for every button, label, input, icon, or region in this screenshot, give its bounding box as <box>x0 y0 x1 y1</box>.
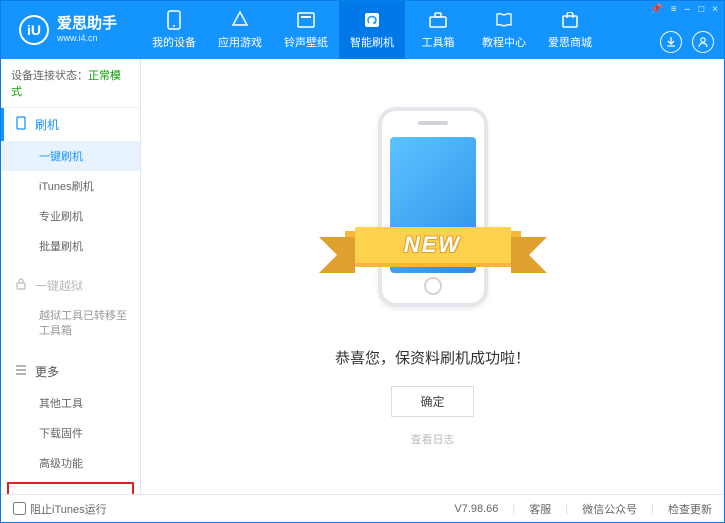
view-log-link[interactable]: 查看日志 <box>411 431 455 447</box>
nav-label: 爱思商城 <box>548 34 592 50</box>
sidebar-item-oneclick-flash[interactable]: 一键刷机 <box>1 141 140 171</box>
logo: iU 爱思助手 www.i4.cn <box>1 15 141 45</box>
body: 设备连接状态：正常模式 刷机 一键刷机 iTunes刷机 专业刷机 批量刷机 一… <box>1 59 724 494</box>
nav-apps[interactable]: 应用游戏 <box>207 1 273 59</box>
header-actions <box>660 31 714 53</box>
apps-icon <box>230 10 250 30</box>
user-button[interactable] <box>692 31 714 53</box>
wechat-link[interactable]: 微信公众号 <box>582 501 637 517</box>
download-button[interactable] <box>660 31 682 53</box>
close-button[interactable]: × <box>712 4 718 15</box>
nav-label: 铃声壁纸 <box>284 34 328 50</box>
store-icon <box>560 10 580 30</box>
ok-button[interactable]: 确定 <box>391 386 473 417</box>
app-name: 爱思助手 <box>57 16 117 32</box>
toolbox-icon <box>428 10 448 30</box>
sidebar-item-download-fw[interactable]: 下载固件 <box>1 418 140 448</box>
main-content: NEW 恭喜您，保资料刷机成功啦！ 确定 查看日志 <box>141 59 724 494</box>
sidebar: 设备连接状态：正常模式 刷机 一键刷机 iTunes刷机 专业刷机 批量刷机 一… <box>1 59 141 494</box>
check-update-link[interactable]: 检查更新 <box>668 501 712 517</box>
version-label: V7.98.66 <box>454 503 498 515</box>
nav-label: 我的设备 <box>152 34 196 50</box>
section-flash[interactable]: 刷机 <box>1 108 140 141</box>
sidebar-item-batch-flash[interactable]: 批量刷机 <box>1 231 140 261</box>
menu-button[interactable]: ≡ <box>671 4 677 15</box>
window-controls: 📌 ≡ – □ × <box>650 4 718 15</box>
sidebar-item-itunes-flash[interactable]: iTunes刷机 <box>1 171 140 201</box>
sidebar-item-jailbreak-note: 越狱工具已转移至工具箱 <box>1 302 140 347</box>
new-ribbon: NEW <box>345 231 521 267</box>
header: iU 爱思助手 www.i4.cn 我的设备 应用游戏 铃声壁纸 智能刷机 <box>1 1 724 59</box>
nav-my-device[interactable]: 我的设备 <box>141 1 207 59</box>
more-icon <box>15 364 29 378</box>
section-jailbreak[interactable]: 一键越狱 <box>1 269 140 302</box>
illustration: NEW <box>363 107 503 317</box>
section-more[interactable]: 更多 <box>1 355 140 388</box>
nav-store[interactable]: 爱思商城 <box>537 1 603 59</box>
sidebar-item-advanced[interactable]: 高级功能 <box>1 448 140 478</box>
phone-icon <box>164 10 184 30</box>
flash-icon <box>362 10 382 30</box>
nav-label: 应用游戏 <box>218 34 262 50</box>
sidebar-item-other-tools[interactable]: 其他工具 <box>1 388 140 418</box>
connection-status: 设备连接状态：正常模式 <box>1 59 140 108</box>
nav-label: 教程中心 <box>482 34 526 50</box>
options-highlight: 自动激活 跳过向导 <box>7 482 134 494</box>
book-icon <box>494 10 514 30</box>
nav-label: 工具箱 <box>422 34 455 50</box>
phone-icon <box>15 116 29 133</box>
nav-tutorials[interactable]: 教程中心 <box>471 1 537 59</box>
nav-label: 智能刷机 <box>350 34 394 50</box>
nav-ringtones[interactable]: 铃声壁纸 <box>273 1 339 59</box>
app-window: iU 爱思助手 www.i4.cn 我的设备 应用游戏 铃声壁纸 智能刷机 <box>0 0 725 523</box>
minimize-button[interactable]: – <box>685 4 691 15</box>
maximize-button[interactable]: □ <box>698 4 704 15</box>
support-link[interactable]: 客服 <box>529 501 551 517</box>
sidebar-item-pro-flash[interactable]: 专业刷机 <box>1 201 140 231</box>
app-site: www.i4.cn <box>57 32 117 44</box>
footer: 阻止iTunes运行 V7.98.66 | 客服 | 微信公众号 | 检查更新 <box>1 494 724 522</box>
top-nav: 我的设备 应用游戏 铃声壁纸 智能刷机 工具箱 教程中心 <box>141 1 603 59</box>
logo-icon: iU <box>19 15 49 45</box>
success-message: 恭喜您，保资料刷机成功啦！ <box>335 347 530 368</box>
lock-icon <box>15 278 29 293</box>
nav-flash[interactable]: 智能刷机 <box>339 1 405 59</box>
nav-toolbox[interactable]: 工具箱 <box>405 1 471 59</box>
checkbox-block-itunes[interactable]: 阻止iTunes运行 <box>13 501 107 517</box>
wallpaper-icon <box>296 10 316 30</box>
pin-button[interactable]: 📌 <box>650 4 662 15</box>
